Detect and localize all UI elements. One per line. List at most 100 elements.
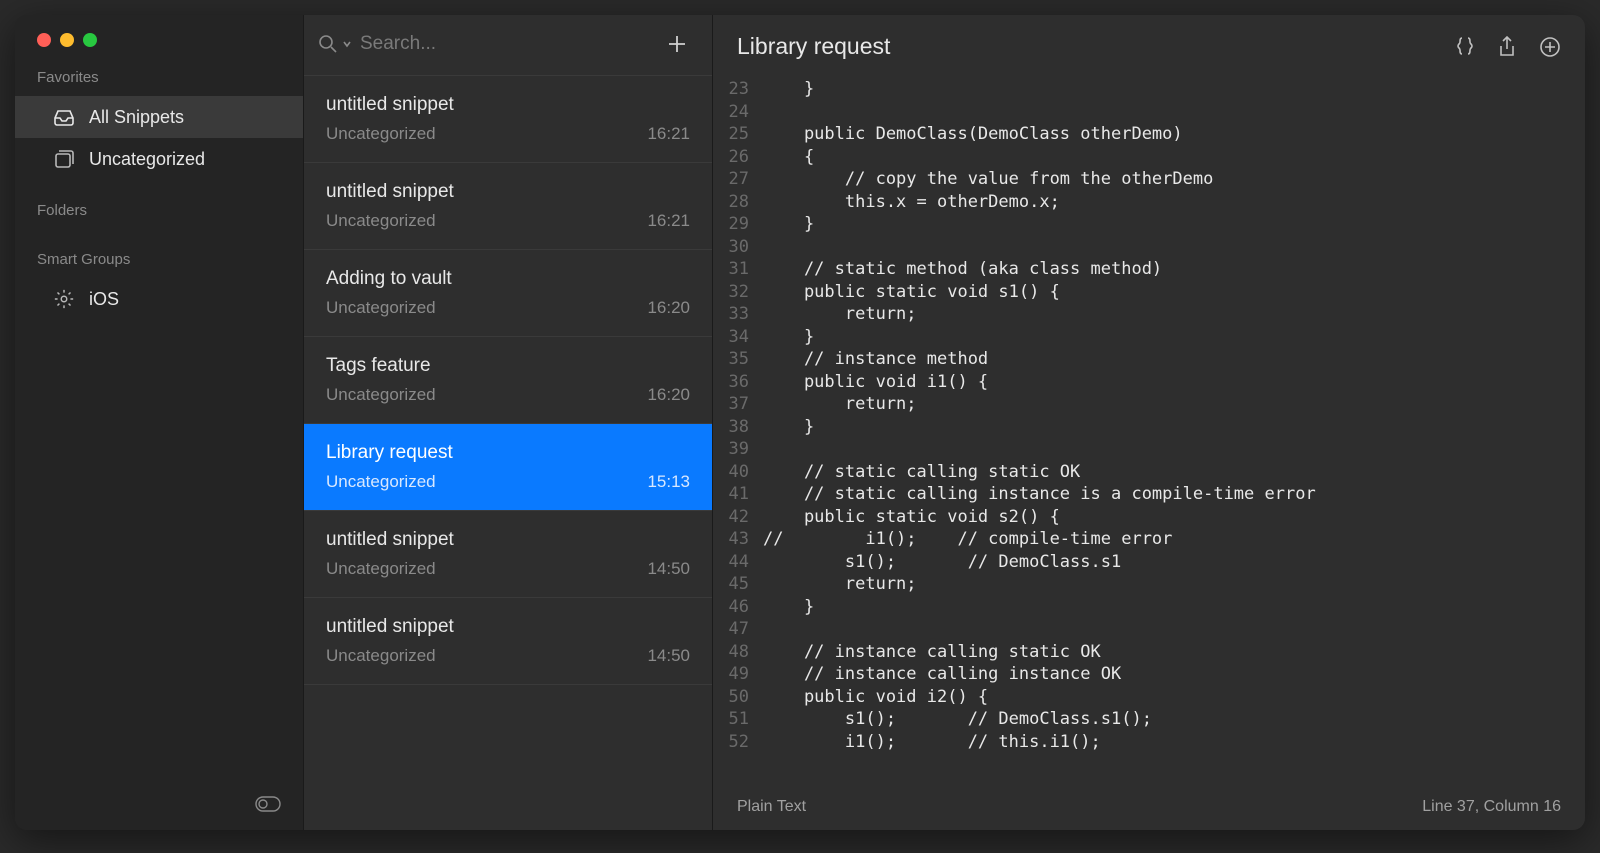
braces-icon[interactable] xyxy=(1455,36,1475,58)
snippet-time: 14:50 xyxy=(647,559,690,579)
line-number: 48 xyxy=(713,641,763,664)
line-number: 31 xyxy=(713,258,763,281)
editor-pane: Library request xyxy=(713,15,1585,830)
line-number: 39 xyxy=(713,438,763,461)
code-text: } xyxy=(763,213,1585,236)
add-snippet-button[interactable] xyxy=(662,33,692,55)
snippet-title: untitled snippet xyxy=(326,529,690,551)
line-number: 46 xyxy=(713,596,763,619)
code-text xyxy=(763,618,1585,641)
minimize-window-button[interactable] xyxy=(60,33,74,47)
code-text: return; xyxy=(763,393,1585,416)
search-bar xyxy=(304,15,712,75)
code-line: 39 xyxy=(713,438,1585,461)
search-input[interactable] xyxy=(360,33,652,55)
code-text: public void i1() { xyxy=(763,371,1585,394)
line-number: 44 xyxy=(713,551,763,574)
code-line: 23 } xyxy=(713,78,1585,101)
snippet-time: 14:50 xyxy=(647,646,690,666)
snippet-title: untitled snippet xyxy=(326,181,690,203)
code-line: 40 // static calling static OK xyxy=(713,461,1585,484)
sidebar-item-ios[interactable]: iOS xyxy=(15,278,303,320)
sidebar-item-all-snippets[interactable]: All Snippets xyxy=(15,96,303,138)
code-text: // instance calling instance OK xyxy=(763,663,1585,686)
sidebar-item-label: iOS xyxy=(89,289,119,310)
tray-icon xyxy=(53,106,75,128)
code-text xyxy=(763,438,1585,461)
code-text: s1(); // DemoClass.s1 xyxy=(763,551,1585,574)
snippet-category: Uncategorized xyxy=(326,124,436,144)
line-number: 38 xyxy=(713,416,763,439)
plus-circle-icon[interactable] xyxy=(1539,36,1561,58)
code-line: 37 return; xyxy=(713,393,1585,416)
code-line: 43// i1(); // compile-time error xyxy=(713,528,1585,551)
language-indicator[interactable]: Plain Text xyxy=(737,798,806,816)
code-line: 47 xyxy=(713,618,1585,641)
code-text: // static calling instance is a compile-… xyxy=(763,483,1585,506)
code-text: // static method (aka class method) xyxy=(763,258,1585,281)
sidebar-item-uncategorized[interactable]: Uncategorized xyxy=(15,138,303,180)
line-number: 37 xyxy=(713,393,763,416)
sidebar-toggle-button[interactable] xyxy=(255,796,281,812)
code-line: 30 xyxy=(713,236,1585,259)
code-text: i1(); // this.i1(); xyxy=(763,731,1585,754)
line-number: 25 xyxy=(713,123,763,146)
app-window: Favorites All Snippets Uncategorized Fol… xyxy=(15,15,1585,830)
code-line: 27 // copy the value from the otherDemo xyxy=(713,168,1585,191)
line-number: 52 xyxy=(713,731,763,754)
line-number: 36 xyxy=(713,371,763,394)
code-line: 48 // instance calling static OK xyxy=(713,641,1585,664)
code-text: // instance method xyxy=(763,348,1585,371)
line-number: 27 xyxy=(713,168,763,191)
line-number: 50 xyxy=(713,686,763,709)
share-icon[interactable] xyxy=(1497,36,1517,58)
code-line: 52 i1(); // this.i1(); xyxy=(713,731,1585,754)
snippet-item[interactable]: untitled snippetUncategorized16:21 xyxy=(304,163,712,250)
snippet-item[interactable]: Adding to vaultUncategorized16:20 xyxy=(304,250,712,337)
code-editor[interactable]: 23 }2425 public DemoClass(DemoClass othe… xyxy=(713,78,1585,788)
code-text: public DemoClass(DemoClass otherDemo) xyxy=(763,123,1585,146)
snippet-category: Uncategorized xyxy=(326,298,436,318)
line-number: 47 xyxy=(713,618,763,641)
editor-actions xyxy=(1455,36,1561,58)
sidebar-item-label: Uncategorized xyxy=(89,149,205,170)
snippet-title: Library request xyxy=(326,442,690,464)
snippet-item[interactable]: untitled snippetUncategorized16:21 xyxy=(304,75,712,163)
snippet-item[interactable]: untitled snippet Uncategorized 14:50 xyxy=(304,511,712,598)
code-line: 36 public void i1() { xyxy=(713,371,1585,394)
snippet-category: Uncategorized xyxy=(326,559,436,579)
code-text: return; xyxy=(763,303,1585,326)
code-text: public void i2() { xyxy=(763,686,1585,709)
code-text: s1(); // DemoClass.s1(); xyxy=(763,708,1585,731)
code-line: 51 s1(); // DemoClass.s1(); xyxy=(713,708,1585,731)
code-line: 44 s1(); // DemoClass.s1 xyxy=(713,551,1585,574)
search-icon xyxy=(318,34,338,54)
code-line: 34 } xyxy=(713,326,1585,349)
close-window-button[interactable] xyxy=(37,33,51,47)
folders-header: Folders xyxy=(15,180,303,229)
sidebar-item-label: All Snippets xyxy=(89,107,184,128)
code-text: { xyxy=(763,146,1585,169)
snippet-item[interactable]: Tags featureUncategorized16:20 xyxy=(304,337,712,424)
code-text: } xyxy=(763,596,1585,619)
line-number: 45 xyxy=(713,573,763,596)
editor-header: Library request xyxy=(713,15,1585,78)
zoom-window-button[interactable] xyxy=(83,33,97,47)
line-number: 24 xyxy=(713,101,763,124)
code-line: 26 { xyxy=(713,146,1585,169)
snippet-item[interactable]: Library requestUncategorized15:13 xyxy=(304,424,712,511)
square-stack-icon xyxy=(53,148,75,170)
code-text: } xyxy=(763,78,1585,101)
code-line: 49 // instance calling instance OK xyxy=(713,663,1585,686)
code-text: // copy the value from the otherDemo xyxy=(763,168,1585,191)
snippet-title: Adding to vault xyxy=(326,268,690,290)
search-wrap xyxy=(318,33,652,55)
editor-footer: Plain Text Line 37, Column 16 xyxy=(713,788,1585,830)
line-number: 41 xyxy=(713,483,763,506)
code-line: 46 } xyxy=(713,596,1585,619)
chevron-down-icon[interactable] xyxy=(342,39,352,49)
code-line: 41 // static calling instance is a compi… xyxy=(713,483,1585,506)
snippet-category: Uncategorized xyxy=(326,472,436,492)
snippet-title: untitled snippet xyxy=(326,94,690,116)
snippet-item[interactable]: untitled snippetUncategorized14:50 xyxy=(304,598,712,685)
